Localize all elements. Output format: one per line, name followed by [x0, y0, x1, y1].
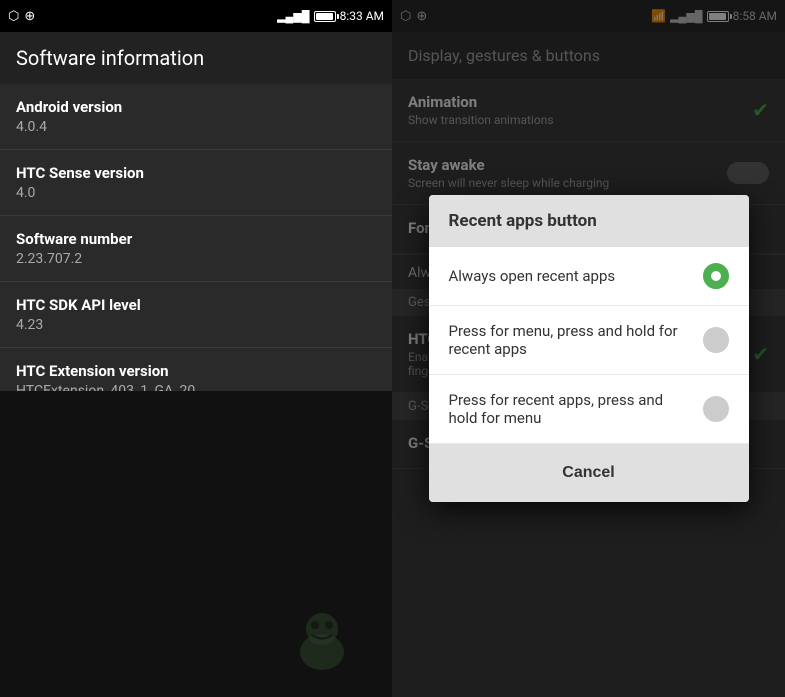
left-status-right: ▂▄▆█ 8:33 AM: [277, 9, 384, 23]
htc-sense-label: HTC Sense version: [16, 164, 376, 182]
android-version-value: 4.0.4: [16, 119, 376, 135]
software-number-value: 2.23.707.2: [16, 251, 376, 267]
dialog-title: Recent apps button: [429, 195, 749, 247]
software-number-label: Software number: [16, 230, 376, 248]
left-status-bar: ⬡ ⊕ ▂▄▆█ 8:33 AM: [0, 0, 392, 32]
dialog-option-press-menu[interactable]: Press for menu, press and hold for recen…: [429, 306, 749, 375]
radio-off-icon-1[interactable]: [703, 327, 729, 353]
list-item: Software number 2.23.707.2: [0, 216, 392, 282]
list-item: HTC SDK API level 4.23: [0, 282, 392, 348]
left-page-header: Software information: [0, 32, 392, 84]
dialog-option-always-open-text: Always open recent apps: [449, 267, 703, 285]
sdk-api-value: 4.23: [16, 317, 376, 333]
htc-sense-value: 4.0: [16, 185, 376, 201]
dialog-option-always-open[interactable]: Always open recent apps: [429, 247, 749, 306]
list-item: HTC Extension version HTCExtension_403_1…: [0, 348, 392, 391]
list-item: HTC Sense version 4.0: [0, 150, 392, 216]
list-item: Android version 4.0.4: [0, 84, 392, 150]
cancel-button[interactable]: Cancel: [522, 456, 654, 490]
htc-mascot-icon: [282, 597, 362, 677]
sdk-api-label: HTC SDK API level: [16, 296, 376, 314]
android-version-label: Android version: [16, 98, 376, 116]
htc-icon: ⊕: [24, 9, 35, 24]
right-panel: ⬡ ⊕ 📶 ▂▄▆█ 8:58 AM Display, gestures & b…: [392, 0, 785, 697]
dialog-options: Always open recent apps Press for menu, …: [429, 247, 749, 444]
dialog-button-row: Cancel: [429, 444, 749, 502]
recent-apps-dialog: Recent apps button Always open recent ap…: [429, 195, 749, 502]
signal-bars-icon: ▂▄▆█: [277, 10, 310, 23]
battery-icon: [314, 11, 336, 22]
dialog-option-press-recent[interactable]: Press for recent apps, press and hold fo…: [429, 375, 749, 444]
dialog-overlay: Recent apps button Always open recent ap…: [392, 0, 785, 697]
htc-ext-label: HTC Extension version: [16, 362, 376, 380]
dialog-option-press-recent-text: Press for recent apps, press and hold fo…: [449, 391, 703, 427]
software-info-list: Android version 4.0.4 HTC Sense version …: [0, 84, 392, 391]
left-header-title: Software information: [16, 46, 204, 70]
radio-off-icon-2[interactable]: [703, 396, 729, 422]
left-panel: ⬡ ⊕ ▂▄▆█ 8:33 AM Software information An…: [0, 0, 392, 697]
radio-on-icon[interactable]: [703, 263, 729, 289]
left-time: 8:33 AM: [340, 9, 384, 23]
usb-icon: ⬡: [8, 9, 19, 24]
htc-ext-value: HTCExtension_403_1_GA_20: [16, 383, 376, 391]
left-bottom-area: [0, 391, 392, 697]
left-status-icons: ⬡ ⊕: [8, 9, 35, 24]
dialog-option-press-menu-text: Press for menu, press and hold for recen…: [449, 322, 703, 358]
